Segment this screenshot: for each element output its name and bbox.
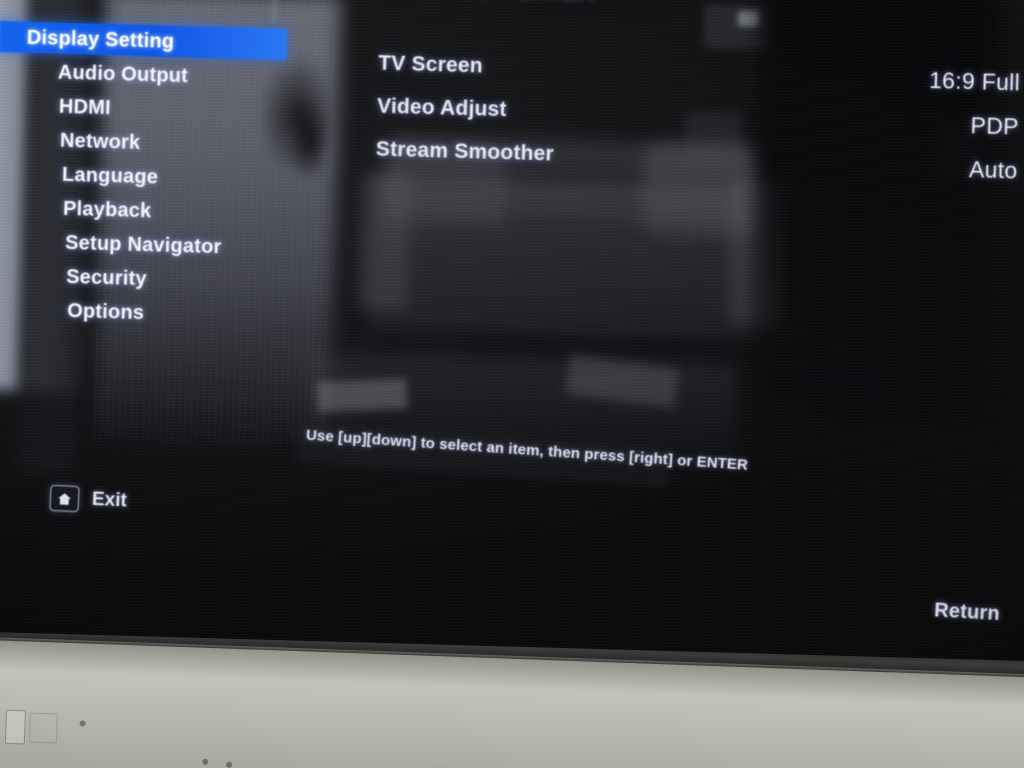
setting-name: Video Adjust bbox=[376, 94, 507, 122]
return-button[interactable]: Return bbox=[934, 599, 1001, 626]
setting-name: TV Screen bbox=[377, 51, 484, 78]
settings-name-column: TV Screen Video Adjust Stream Smoother bbox=[375, 42, 557, 176]
help-hint: Use [up][down] to select an item, then p… bbox=[296, 422, 805, 488]
exit-label: Exit bbox=[91, 488, 128, 512]
sidebar-item-label: Security bbox=[65, 265, 148, 291]
setting-name: Stream Smoother bbox=[375, 137, 555, 166]
settings-value-column: 16:9 Full PDP Auto bbox=[926, 58, 1021, 192]
sidebar-menu: Display Setting Audio Output HDMI Networ… bbox=[0, 20, 387, 337]
exit-button[interactable]: Exit bbox=[49, 484, 128, 515]
sidebar-item-label: Language bbox=[61, 163, 159, 189]
setting-row-video-adjust[interactable]: Video Adjust bbox=[376, 85, 555, 133]
sidebar-item-label: Network bbox=[59, 129, 141, 154]
setting-value-video-adjust[interactable]: PDP bbox=[927, 102, 1019, 149]
sidebar-item-label: Playback bbox=[62, 197, 152, 223]
return-label: Return bbox=[933, 599, 1001, 626]
bezel-button-secondary[interactable] bbox=[28, 712, 58, 744]
setting-value: PDP bbox=[970, 112, 1020, 140]
setting-value-tv-screen[interactable]: 16:9 Full bbox=[928, 58, 1021, 105]
home-icon bbox=[49, 484, 80, 513]
setting-row-tv-screen[interactable]: TV Screen bbox=[378, 42, 557, 90]
photograph-of-tv: Panasonic bbox=[0, 0, 1024, 768]
tv-screen: Initial Setup BD PLAYER Display Setting … bbox=[0, 0, 1024, 663]
setting-value: Auto bbox=[968, 156, 1018, 184]
sidebar-item-label: Setup Navigator bbox=[64, 231, 222, 259]
setting-value-stream-smoother[interactable]: Auto bbox=[926, 146, 1018, 193]
device-subtitle: BD PLAYER bbox=[0, 0, 1024, 19]
setting-row-stream-smoother[interactable]: Stream Smoother bbox=[375, 128, 555, 176]
setting-value: 16:9 Full bbox=[928, 66, 1021, 96]
sidebar-item-label: Display Setting bbox=[26, 26, 175, 53]
sidebar-item-label: HDMI bbox=[58, 95, 112, 120]
bezel-button[interactable] bbox=[4, 709, 27, 745]
osd-overlay: Initial Setup BD PLAYER Display Setting … bbox=[0, 0, 1024, 662]
sidebar-item-label: Audio Output bbox=[57, 61, 189, 88]
sidebar-item-label: Options bbox=[66, 299, 145, 325]
